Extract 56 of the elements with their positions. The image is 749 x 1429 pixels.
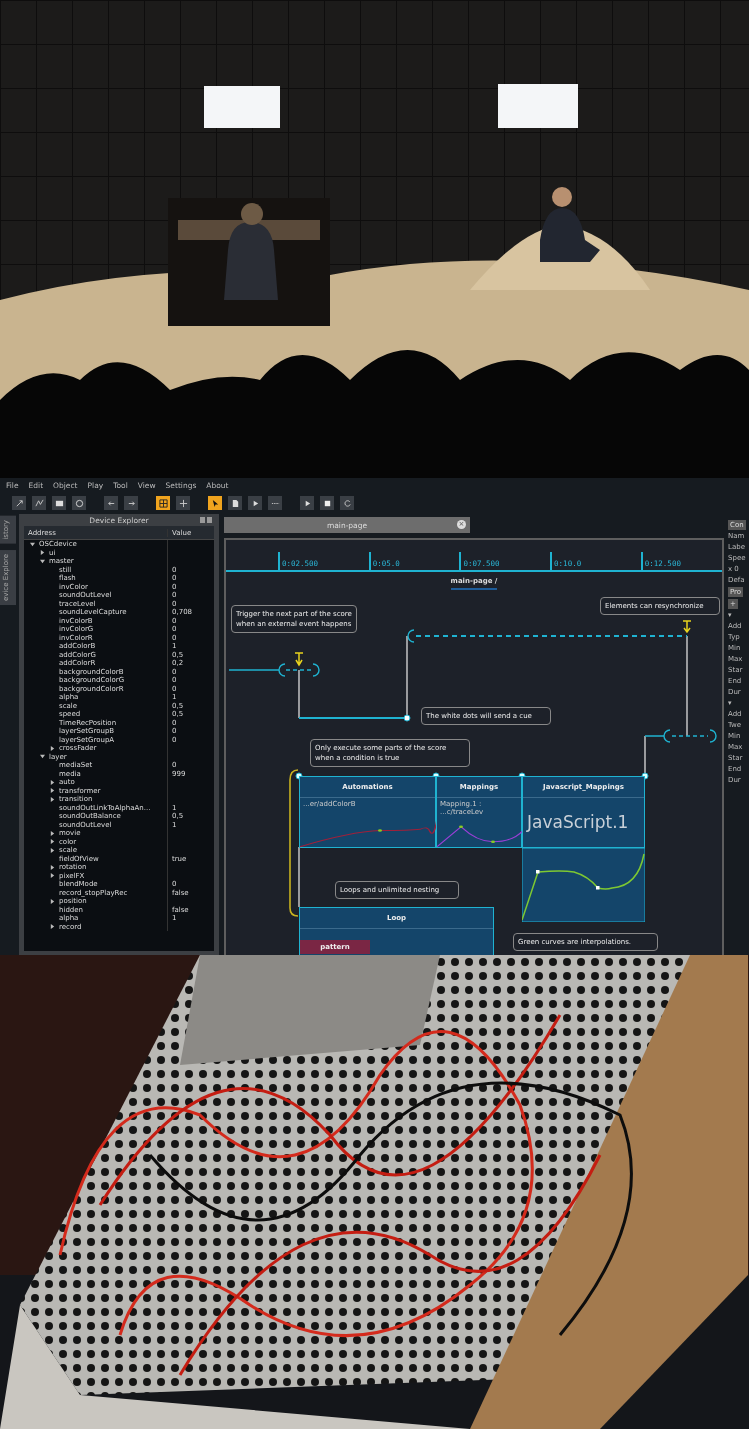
bracket-icon[interactable] — [709, 729, 717, 743]
stop-button[interactable] — [320, 496, 334, 510]
tool-button[interactable] — [156, 496, 170, 510]
play-button[interactable] — [300, 496, 314, 510]
dashed-interval-line[interactable] — [415, 635, 688, 637]
expand-arrow-icon[interactable] — [50, 779, 55, 785]
refresh-icon — [342, 498, 352, 508]
bracket-icon[interactable] — [278, 663, 286, 677]
circle-icon — [74, 498, 84, 508]
tool-button[interactable] — [72, 496, 86, 510]
stop-icon — [322, 498, 332, 508]
cursor-icon — [210, 498, 220, 508]
tool-button[interactable] — [340, 496, 354, 510]
expand-arrow-icon[interactable] — [40, 550, 45, 556]
plus-icon — [178, 498, 188, 508]
bracket-icon[interactable] — [312, 663, 320, 677]
tool-button[interactable] — [32, 496, 46, 510]
interpolation-curve[interactable] — [522, 848, 645, 922]
trigger-icon[interactable] — [294, 652, 304, 667]
panel-buttons-icon[interactable] — [200, 517, 212, 523]
page-icon — [230, 498, 240, 508]
condition-bracket[interactable] — [289, 769, 299, 917]
connector-line — [298, 669, 300, 719]
expand-arrow-icon[interactable] — [50, 788, 55, 794]
tool-button[interactable] — [104, 496, 118, 510]
expand-arrow-icon[interactable] — [50, 864, 55, 870]
collapse-arrow-icon[interactable] — [30, 541, 35, 547]
dashed-interval-line[interactable] — [671, 735, 709, 737]
expand-arrow-icon[interactable] — [50, 847, 55, 853]
expand-arrow-icon[interactable] — [50, 924, 55, 930]
tool-button[interactable] — [52, 496, 66, 510]
expand-arrow-icon[interactable] — [50, 839, 55, 845]
collapse-arrow-icon[interactable] — [40, 558, 45, 564]
dashed-interval-line[interactable] — [285, 669, 313, 671]
tool-button[interactable] — [208, 496, 222, 510]
expand-arrow-icon[interactable] — [50, 873, 55, 879]
tool-button[interactable] — [12, 496, 26, 510]
collapse-arrow-icon[interactable] — [40, 754, 45, 760]
play-button[interactable] — [248, 496, 262, 510]
bracket-icon[interactable] — [407, 629, 415, 643]
tool-button[interactable] — [228, 496, 242, 510]
expand-arrow-icon[interactable] — [50, 898, 55, 904]
trigger-icon[interactable] — [682, 620, 692, 634]
expand-icon — [14, 498, 24, 508]
script-label: JavaScript.1 — [527, 812, 629, 832]
square-icon — [54, 498, 64, 508]
tool-button[interactable] — [176, 496, 190, 510]
connector-line — [298, 846, 300, 908]
curve-icon — [34, 498, 44, 508]
grid-icon — [158, 498, 168, 508]
bracket-icon[interactable] — [663, 729, 671, 743]
tool-button[interactable] — [124, 496, 138, 510]
expand-arrow-icon[interactable] — [50, 830, 55, 836]
cue-dot[interactable] — [403, 714, 411, 722]
expand-arrow-icon[interactable] — [50, 796, 55, 802]
expand-arrow-icon[interactable] — [50, 745, 55, 751]
